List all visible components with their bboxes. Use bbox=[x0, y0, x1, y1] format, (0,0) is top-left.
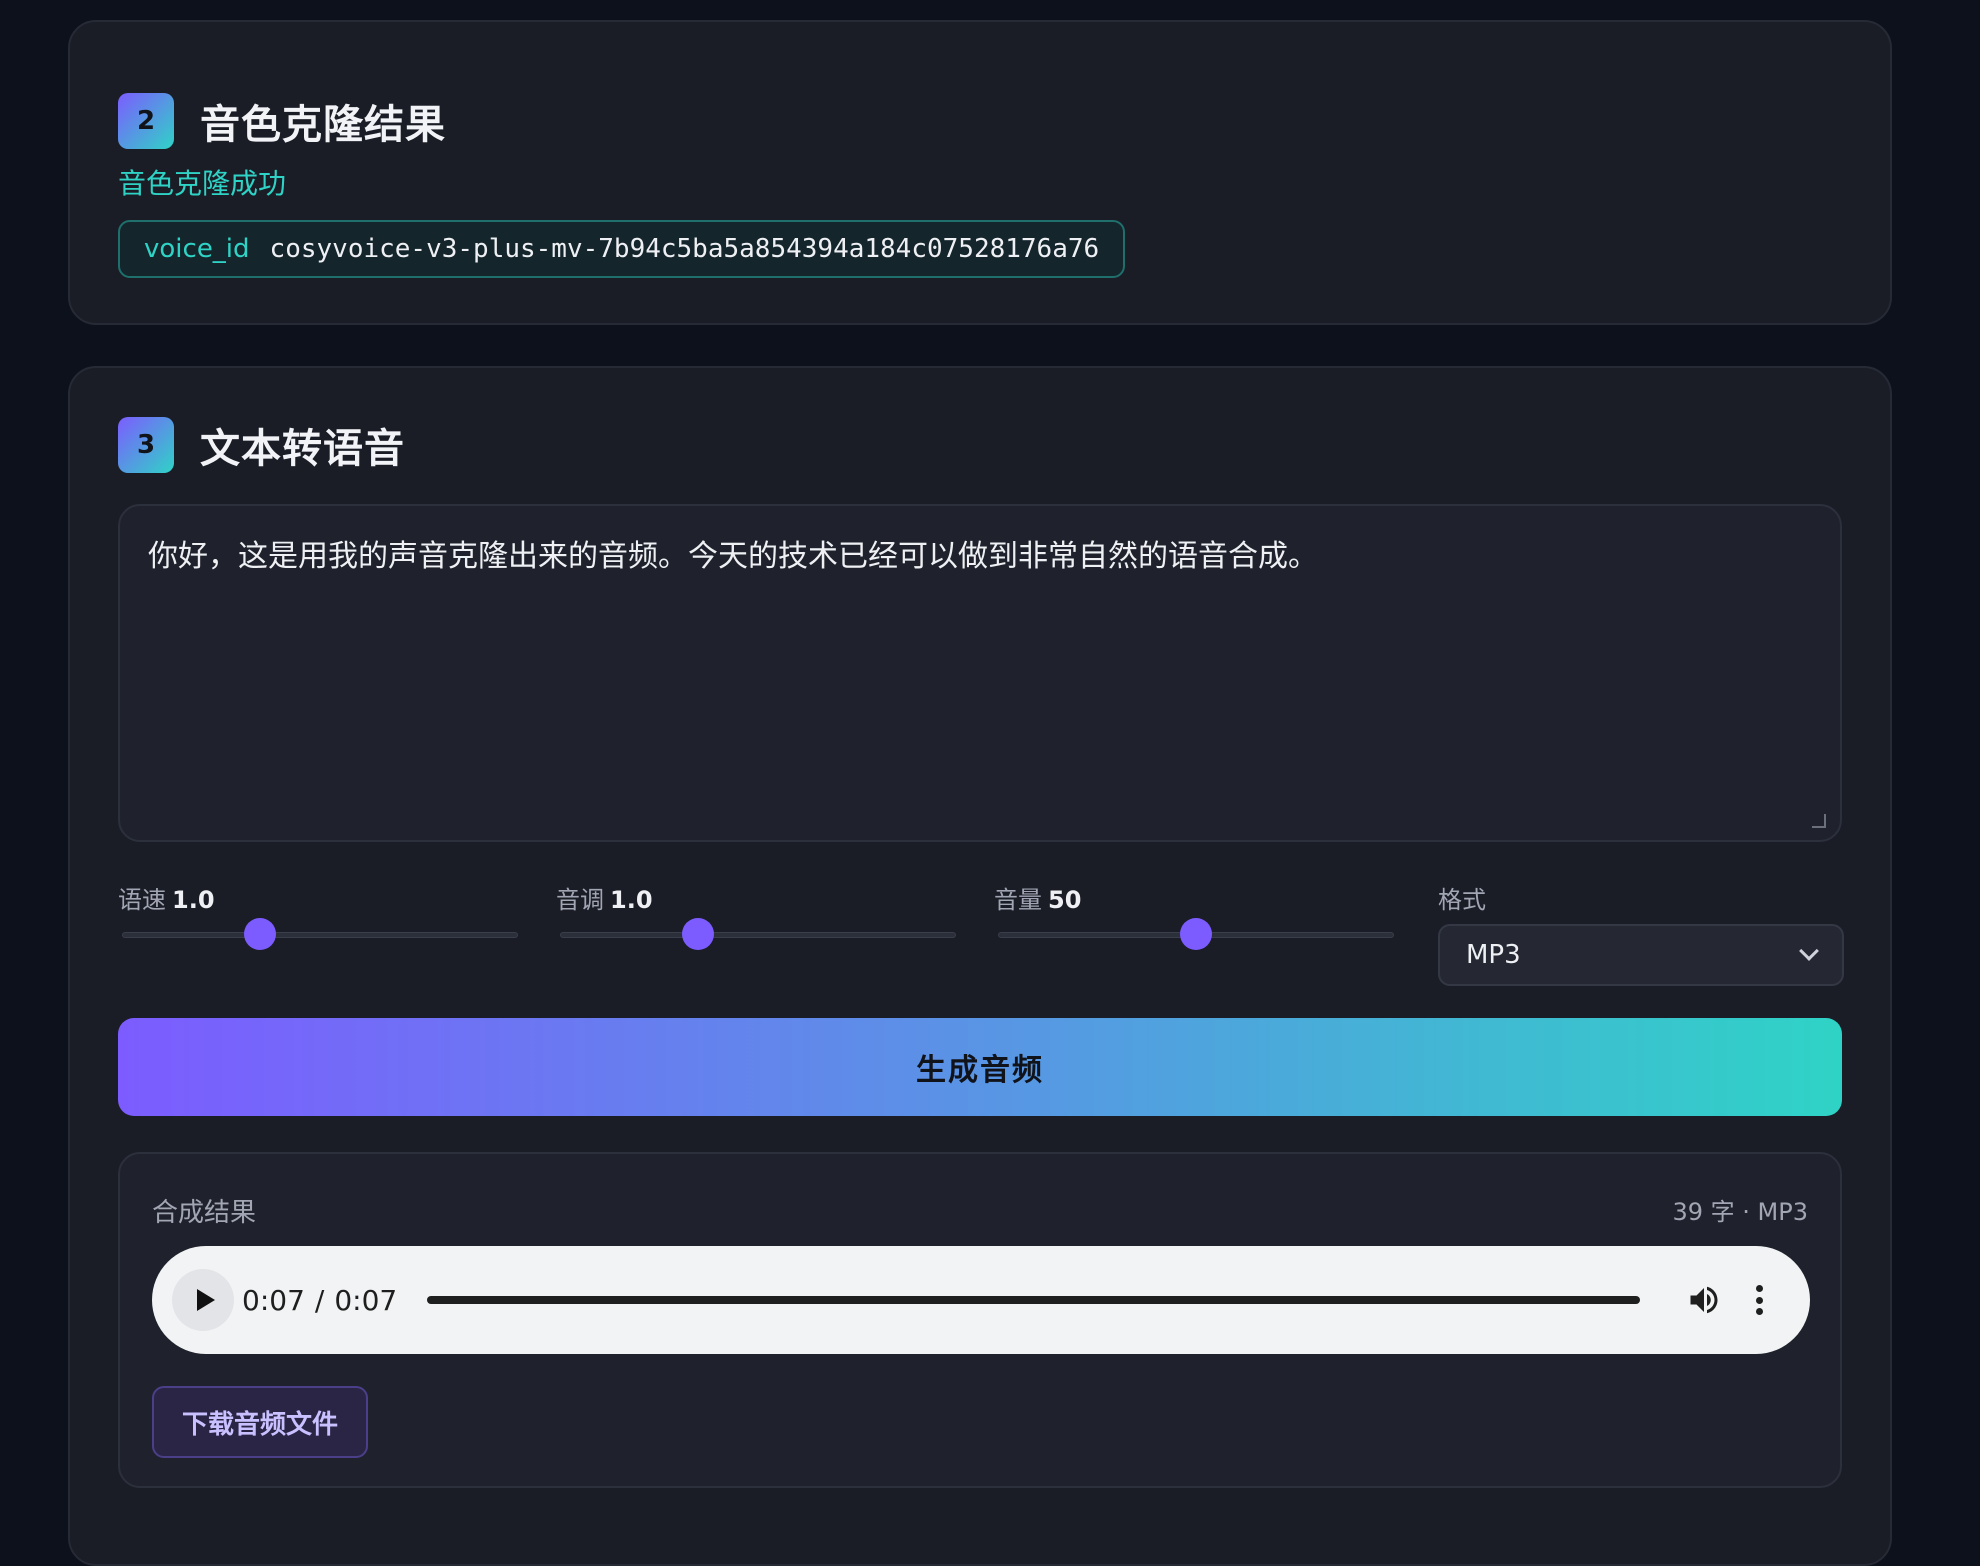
tts-header: 3 文本转语音 bbox=[118, 416, 405, 474]
play-button[interactable] bbox=[172, 1269, 234, 1331]
tts-text-input[interactable]: 你好，这是用我的声音克隆出来的音频。今天的技术已经可以做到非常自然的语音合成。 bbox=[118, 504, 1842, 842]
voice-id-box[interactable]: voice_id cosyvoice-v3-plus-mv-7b94c5ba5a… bbox=[118, 220, 1126, 278]
format-select[interactable]: MP3 bbox=[1438, 924, 1844, 986]
pitch-slider-thumb[interactable] bbox=[682, 918, 714, 950]
section-title: 音色克隆结果 bbox=[200, 102, 446, 148]
voice-id-value[interactable]: cosyvoice-v3-plus-mv-7b94c5ba5a854394a18… bbox=[270, 234, 1100, 264]
audio-time: 0:07/0:07 bbox=[242, 1283, 398, 1317]
audio-progress-bar[interactable] bbox=[427, 1296, 1640, 1304]
format-selected-value: MP3 bbox=[1466, 940, 1521, 970]
current-time: 0:07 bbox=[242, 1283, 305, 1317]
format-label: 格式 bbox=[1438, 886, 1486, 914]
pitch-value: 1.0 bbox=[610, 886, 653, 914]
voice-id-label: voice_id bbox=[144, 234, 250, 264]
chevron-down-icon bbox=[1799, 941, 1819, 961]
section-title: 文本转语音 bbox=[200, 426, 405, 472]
speed-value: 1.0 bbox=[172, 886, 215, 914]
clone-result-header: 2 音色克隆结果 bbox=[118, 92, 446, 150]
pitch-label: 音调 1.0 bbox=[556, 886, 653, 914]
pitch-slider-track[interactable] bbox=[560, 932, 956, 938]
resize-grip-icon[interactable] bbox=[1812, 814, 1826, 828]
step-badge: 3 bbox=[118, 417, 174, 473]
speed-label: 语速 1.0 bbox=[118, 886, 215, 914]
generate-audio-button[interactable]: 生成音频 bbox=[118, 1018, 1842, 1116]
volume-icon[interactable] bbox=[1686, 1282, 1722, 1318]
speed-slider-track[interactable] bbox=[122, 932, 518, 938]
volume-control: 音量 50 bbox=[994, 880, 1394, 950]
speed-slider-thumb[interactable] bbox=[244, 918, 276, 950]
volume-value: 50 bbox=[1048, 886, 1082, 914]
result-title: 合成结果 bbox=[152, 1198, 257, 1228]
duration: 0:07 bbox=[334, 1283, 398, 1317]
step-badge: 2 bbox=[118, 93, 174, 149]
volume-slider-thumb[interactable] bbox=[1180, 918, 1212, 950]
more-vert-icon[interactable] bbox=[1756, 1285, 1764, 1315]
format-control: 格式 bbox=[1438, 880, 1838, 915]
tts-text-value: 你好，这是用我的声音克隆出来的音频。今天的技术已经可以做到非常自然的语音合成。 bbox=[148, 539, 1318, 574]
download-audio-button[interactable]: 下载音频文件 bbox=[152, 1386, 369, 1458]
clone-success-status: 音色克隆成功 bbox=[118, 167, 287, 200]
speed-control: 语速 1.0 bbox=[118, 880, 518, 950]
audio-player[interactable]: 0:07/0:07 bbox=[152, 1246, 1810, 1354]
volume-label: 音量 50 bbox=[994, 886, 1082, 914]
pitch-control: 音调 1.0 bbox=[556, 880, 956, 950]
clone-result-card: 2 音色克隆结果 音色克隆成功 voice_id cosyvoice-v3-pl… bbox=[68, 20, 1892, 325]
tts-card: 3 文本转语音 你好，这是用我的声音克隆出来的音频。今天的技术已经可以做到非常自… bbox=[68, 366, 1892, 1566]
result-meta: 39 字 · MP3 bbox=[1672, 1198, 1808, 1226]
play-icon bbox=[196, 1289, 215, 1311]
synthesis-result-panel: 合成结果 39 字 · MP3 0:07/0:07 下载音频文件 bbox=[118, 1152, 1842, 1488]
